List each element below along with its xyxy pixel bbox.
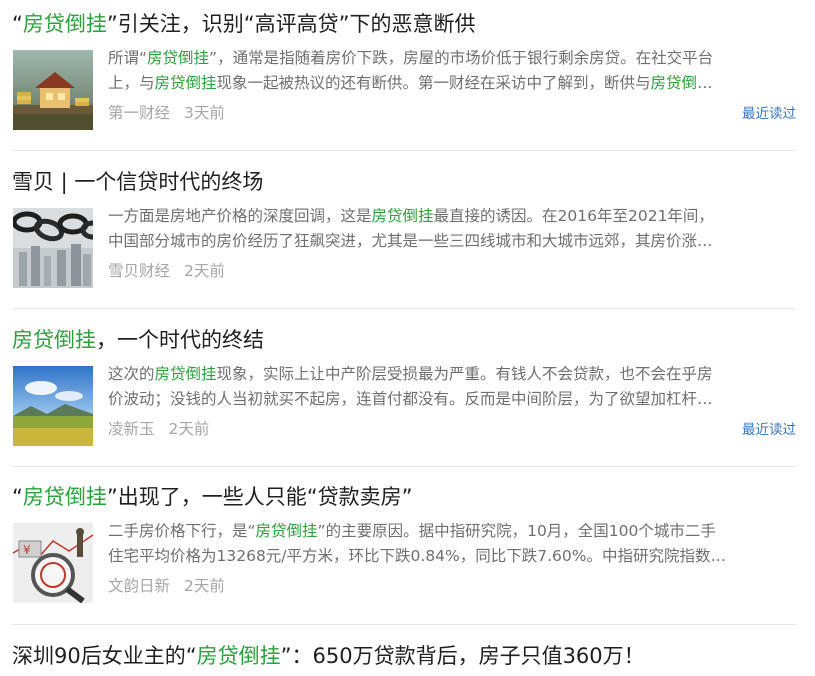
news-meta: 第一财经 3天前 (108, 102, 225, 124)
divider (12, 308, 796, 309)
snippet-text: ”，通常是指随着房价下跌，房屋的市场价低于银行剩余房贷。在社交平台 (209, 49, 714, 67)
house-coins-image (13, 50, 93, 130)
keyword-highlight: 房贷倒挂 (255, 522, 318, 540)
news-snippet: 所谓“房贷倒挂”，通常是指随着房价下跌，房屋的市场价低于银行剩余房贷。在社交平台… (108, 46, 796, 96)
divider (12, 150, 796, 151)
snippet-text: 二手房价格下行，是“ (108, 522, 256, 540)
keyword-highlight: 房贷倒挂 (371, 207, 434, 225)
keyword-highlight: 房贷倒挂 (154, 74, 217, 92)
title-segment: ”：650万贷款背后，房子只值360万！ (280, 644, 645, 668)
divider (12, 466, 796, 467)
news-title[interactable]: “房贷倒挂”引关注，识别“高评高贷”下的恶意断供 (12, 9, 476, 39)
news-meta: 凌新玉 2天前 (108, 418, 209, 440)
news-time: 2天前 (184, 262, 225, 280)
news-item[interactable]: 深圳90后女业主的“房贷倒挂”：650万贷款背后，房子只值360万！ (12, 641, 796, 676)
news-meta: 雪贝财经 2天前 (108, 260, 225, 282)
news-snippet: 二手房价格下行，是“房贷倒挂”的主要原因。据中指研究院，10月，全国100个城市… (108, 519, 796, 569)
news-time: 3天前 (184, 104, 225, 122)
title-segment: ”出现了，一些人只能“贷款卖房” (106, 485, 413, 509)
snippet-line: 价波动；没钱的人当初就买不起房，连首付都没有。反而是中间阶层，为了欲望加杠杆… (108, 387, 796, 412)
svg-text:¥: ¥ (23, 543, 31, 557)
snippet-text: 上，与 (108, 74, 155, 92)
thumbnail[interactable]: ¥ (13, 523, 93, 603)
snippet-text: 现象一起被热议的还有断供。第一财经在采访中了解到，断供与 (216, 74, 651, 92)
snippet-text: 一方面是房地产价格的深度回调，这是 (108, 207, 372, 225)
news-source[interactable]: 雪贝财经 (108, 262, 170, 280)
snippet-text: 价波动；没钱的人当初就买不起房，连首付都没有。反而是中间阶层，为了欲望加杠杆… (108, 390, 713, 408)
snippet-text: ”的主要原因。据中指研究院，10月，全国100个城市二手 (317, 522, 716, 540)
title-segment: “ (12, 12, 23, 36)
snippet-text: 最直接的诱因。在2016年至2021年间， (433, 207, 714, 225)
keyword-highlight: 房贷倒挂 (12, 328, 96, 352)
keyword-highlight: 房贷倒挂 (154, 365, 217, 383)
snippet-text: 中国部分城市的房价经历了狂飙突进，尤其是一些三四线城市和大城市远郊，其房价涨… (108, 232, 713, 250)
divider (12, 624, 796, 625)
thumbnail[interactable] (13, 366, 93, 446)
recently-read-badge: 最近读过 (742, 422, 796, 438)
snippet-text: 现象，实际上让中产阶层受损最为严重。有钱人不会贷款，也不会在乎房 (216, 365, 713, 383)
thumbnail[interactable] (13, 208, 93, 288)
news-title[interactable]: 雪贝 | 一个信贷时代的终场 (12, 167, 263, 197)
title-segment: “ (12, 485, 23, 509)
snippet-text: 住宅平均价格为13268元/平方米，环比下跌0.84%，同比下跌7.60%。中指… (108, 547, 727, 565)
keyword-highlight: 房贷倒挂 (22, 12, 107, 36)
keyword-highlight: 房贷倒挂 (196, 644, 281, 668)
keyword-highlight: 房贷倒 (650, 74, 698, 92)
keyword-highlight: 房贷倒挂 (147, 49, 210, 67)
news-time: 2天前 (184, 577, 225, 595)
title-segment: ，一个时代的终结 (96, 328, 264, 352)
snippet-line: 住宅平均价格为13268元/平方米，环比下跌0.84%，同比下跌7.60%。中指… (108, 544, 796, 569)
news-title[interactable]: “房贷倒挂”出现了，一些人只能“贷款卖房” (12, 482, 413, 512)
thumbnail[interactable] (13, 50, 93, 130)
snippet-line: 二手房价格下行，是“房贷倒挂”的主要原因。据中指研究院，10月，全国100个城市… (108, 519, 796, 544)
news-time: 2天前 (168, 420, 210, 438)
news-snippet: 这次的房贷倒挂现象，实际上让中产阶层受损最为严重。有钱人不会贷款，也不会在乎房 … (108, 362, 796, 412)
news-item[interactable]: “房贷倒挂”出现了，一些人只能“贷款卖房” ¥ 二手房价格下行，是“房贷倒挂”的… (12, 482, 796, 612)
news-item[interactable]: 雪贝 | 一个信贷时代的终场 一方面是房地产价格的深度回调，这是房贷倒挂最直接的… (12, 167, 796, 297)
house-loan-magnifier-image: ¥ (13, 523, 93, 603)
snippet-text: 这次的 (108, 365, 155, 383)
snippet-line: 中国部分城市的房价经历了狂飙突进，尤其是一些三四线城市和大城市远郊，其房价涨… (108, 229, 796, 254)
news-item[interactable]: 房贷倒挂，一个时代的终结 这次的房贷倒挂现象，实际上让中产阶层受损最为严重。有钱… (12, 325, 796, 455)
news-snippet: 一方面是房地产价格的深度回调，这是房贷倒挂最直接的诱因。在2016年至2021年… (108, 204, 796, 254)
news-title[interactable]: 房贷倒挂，一个时代的终结 (12, 325, 264, 355)
news-source[interactable]: 第一财经 (108, 104, 170, 122)
news-title[interactable]: 深圳90后女业主的“房贷倒挂”：650万贷款背后，房子只值360万！ (12, 641, 645, 671)
news-source[interactable]: 文韵日新 (108, 577, 170, 595)
title-segment: 雪贝 | 一个信贷时代的终场 (12, 170, 264, 194)
snippet-line: 所谓“房贷倒挂”，通常是指随着房价下跌，房屋的市场价低于银行剩余房贷。在社交平台 (108, 46, 796, 71)
snippet-text: … (697, 74, 713, 92)
landscape-image (13, 366, 93, 446)
news-source[interactable]: 凌新玉 (108, 420, 155, 438)
news-feed: “房贷倒挂”引关注，识别“高评高贷”下的恶意断供 所谓“房贷倒挂”，通常是指随着… (0, 0, 815, 676)
snippet-line: 上，与房贷倒挂现象一起被热议的还有断供。第一财经在采访中了解到，断供与房贷倒… (108, 71, 796, 96)
news-item[interactable]: “房贷倒挂”引关注，识别“高评高贷”下的恶意断供 所谓“房贷倒挂”，通常是指随着… (12, 9, 796, 139)
snippet-line: 一方面是房地产价格的深度回调，这是房贷倒挂最直接的诱因。在2016年至2021年… (108, 204, 796, 229)
snippet-line: 这次的房贷倒挂现象，实际上让中产阶层受损最为严重。有钱人不会贷款，也不会在乎房 (108, 362, 796, 387)
snippet-text: 所谓“ (108, 49, 148, 67)
keyword-highlight: 房贷倒挂 (22, 485, 107, 509)
title-segment: 深圳90后女业主的“ (12, 644, 197, 668)
recently-read-badge: 最近读过 (742, 106, 796, 122)
news-meta: 文韵日新 2天前 (108, 575, 225, 597)
chain-skyline-image (13, 208, 93, 288)
title-segment: ”引关注，识别“高评高贷”下的恶意断供 (106, 12, 476, 36)
